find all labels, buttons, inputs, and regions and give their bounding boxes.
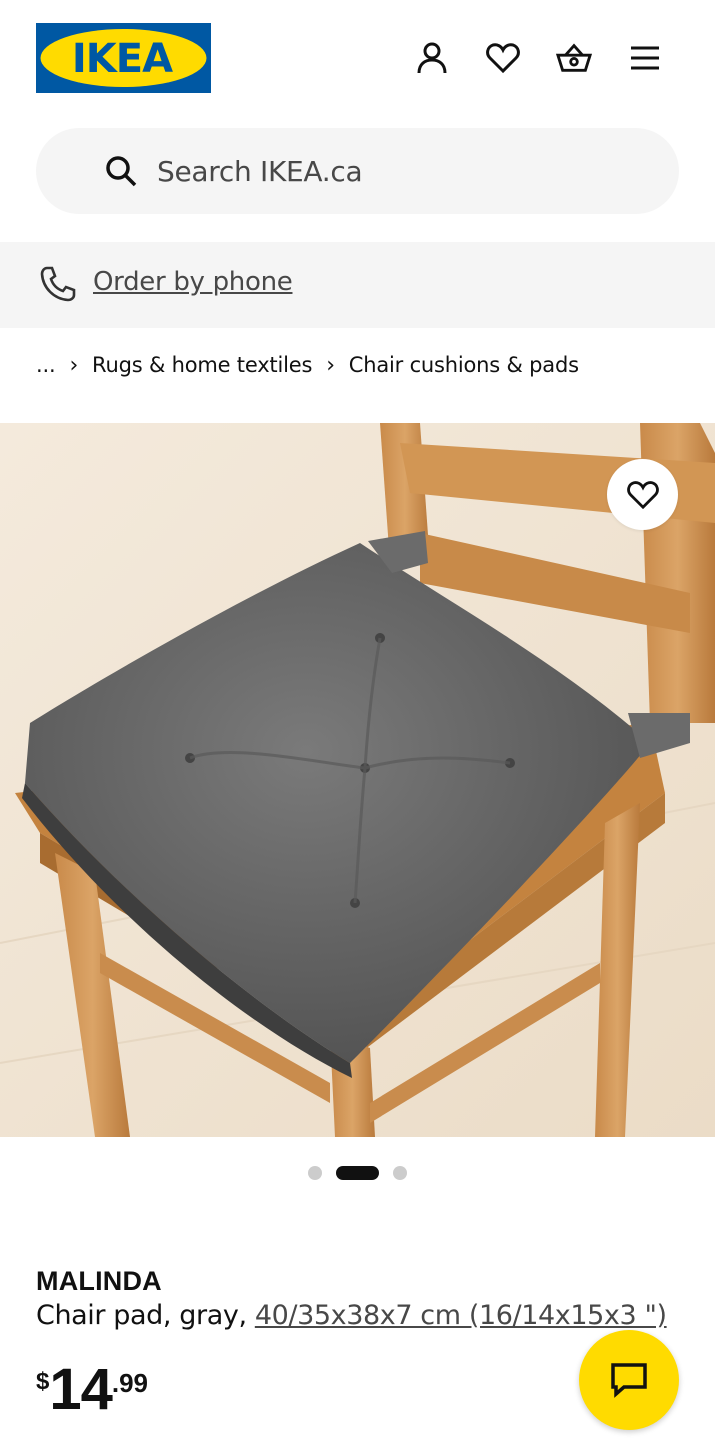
- breadcrumb-chair-cushions-pads[interactable]: Chair cushions & pads: [349, 353, 579, 377]
- add-to-favourites-button[interactable]: [607, 459, 678, 530]
- chat-button[interactable]: [579, 1330, 679, 1430]
- heart-icon[interactable]: [485, 36, 521, 80]
- product-description: Chair pad, gray, 40/35x38x7 cm (16/14x15…: [36, 1300, 667, 1331]
- search-icon: [106, 156, 137, 187]
- breadcrumb-rugs-home-textiles[interactable]: Rugs & home textiles: [92, 353, 312, 377]
- image-carousel-indicators: [0, 1164, 715, 1182]
- chevron-right-icon: ›: [326, 352, 335, 378]
- ikea-logo[interactable]: IKEA: [36, 23, 211, 93]
- account-icon[interactable]: [414, 36, 450, 80]
- carousel-dot-3[interactable]: [393, 1166, 407, 1180]
- site-header: IKEA: [0, 0, 715, 115]
- carousel-dot-2-active[interactable]: [336, 1166, 379, 1180]
- price-currency: $: [36, 1368, 50, 1395]
- price-decimal: .99: [111, 1368, 149, 1398]
- phone-icon: [40, 266, 76, 302]
- product-type-color: Chair pad, gray,: [36, 1300, 255, 1331]
- basket-icon[interactable]: [556, 36, 592, 80]
- carousel-dot-1[interactable]: [308, 1166, 322, 1180]
- logo-wordmark: IKEA: [72, 36, 173, 82]
- search-input[interactable]: Search IKEA.ca: [36, 128, 679, 214]
- breadcrumb-ellipsis[interactable]: ...: [36, 353, 56, 377]
- chevron-right-icon: ›: [69, 352, 79, 378]
- heart-icon: [626, 480, 659, 509]
- breadcrumb: ... › Rugs & home textiles › Chair cushi…: [36, 350, 579, 380]
- header-icons: [414, 36, 663, 80]
- product-image[interactable]: [0, 423, 715, 1137]
- search-placeholder: Search IKEA.ca: [157, 155, 363, 188]
- order-by-phone-bar: Order by phone: [0, 242, 715, 328]
- product-price: $ 14 .99: [36, 1358, 148, 1422]
- menu-icon[interactable]: [627, 36, 663, 80]
- order-by-phone-link[interactable]: Order by phone: [93, 267, 293, 297]
- price-integer: 14: [49, 1357, 113, 1422]
- product-size-link[interactable]: 40/35x38x7 cm (16/14x15x3 "): [255, 1300, 667, 1331]
- product-name: MALINDA: [36, 1266, 162, 1296]
- chat-icon: [611, 1363, 647, 1398]
